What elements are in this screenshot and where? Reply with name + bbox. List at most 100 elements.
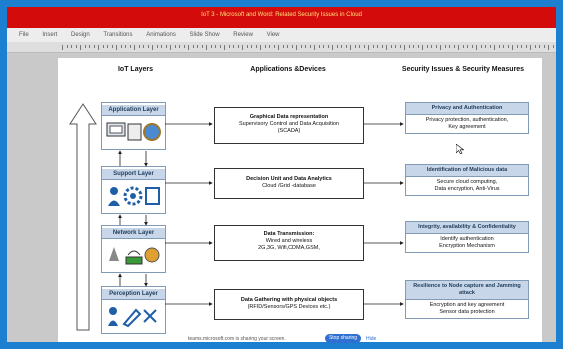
support-layer-label: Support Layer	[102, 169, 165, 180]
ruler-tick	[395, 45, 396, 48]
stop-sharing-button[interactable]: Stop sharing	[325, 334, 361, 343]
ruler-tick	[165, 45, 167, 48]
ruler-tick	[309, 45, 311, 48]
ruler-tick	[75, 45, 77, 48]
ruler-tick	[143, 45, 144, 48]
ruler-tick	[543, 45, 545, 48]
ruler-tick	[129, 45, 131, 48]
ruler-tick	[282, 45, 284, 48]
ruler-tick	[386, 45, 387, 50]
ruler-tick	[422, 45, 423, 50]
ruler-tick	[62, 45, 63, 50]
ruler-tick	[440, 45, 441, 50]
ruler-tick	[327, 45, 329, 48]
app-box-transmission: Data Transmission: Wired and wireless 2G…	[214, 225, 364, 261]
ruler-tick	[534, 45, 536, 48]
ruler-tick	[521, 45, 522, 48]
ruler-tick	[426, 45, 428, 48]
ruler-tick	[246, 45, 248, 48]
ruler-tick	[480, 45, 482, 48]
ruler-tick	[215, 45, 216, 48]
ruler-tick	[467, 45, 468, 48]
ruler-tick	[237, 45, 239, 48]
ruler-tick	[345, 45, 347, 48]
sec-body2-3: Encryption Mechanism	[439, 243, 495, 249]
app-box-graphical: Graphical Data representation Supervisor…	[214, 107, 364, 144]
ruler-tick	[251, 45, 252, 48]
ruler-tick	[336, 45, 338, 48]
ruler-tick	[125, 45, 126, 48]
up-arrow-icon	[69, 103, 97, 331]
app-title-4: Data Gathering with physical objects	[240, 297, 338, 303]
app-box-gathering: Data Gathering with physical objects (RF…	[214, 289, 364, 320]
ruler-tick	[71, 45, 72, 48]
menu-item-insert[interactable]: Insert	[42, 32, 57, 38]
sec-box-integrity: Integrity, availability & Confidentialit…	[405, 221, 529, 253]
ruler-tick	[314, 45, 315, 50]
ruler-tick	[296, 45, 297, 50]
ruler	[7, 42, 556, 53]
ruler-tick	[116, 45, 117, 50]
ruler-tick	[120, 45, 122, 48]
app-title-2: Decision Unit and Data Analytics	[246, 176, 332, 182]
ruler-tick	[332, 45, 333, 50]
ruler-tick	[530, 45, 531, 50]
network-layer-label: Network Layer	[102, 228, 165, 239]
ruler-tick	[471, 45, 473, 48]
sec-body1-2: Secure cloud computing,	[436, 179, 498, 185]
ruler-tick	[341, 45, 342, 48]
ruler-tick	[233, 45, 234, 48]
ruler-tick	[111, 45, 113, 48]
ruler-tick	[156, 45, 158, 48]
ruler-tick	[552, 45, 554, 48]
app-line2-4: (RFID/Sensors/GPS Devices etc.)	[247, 304, 331, 310]
ruler-tick	[305, 45, 306, 48]
ruler-tick	[354, 45, 356, 48]
menu-item-design[interactable]: Design	[71, 32, 90, 38]
slide-page: IoT Layers Applications &Devices Securit…	[58, 58, 542, 342]
sec-box-privacy: Privacy and Authentication Privacy prote…	[405, 102, 529, 134]
ruler-tick	[323, 45, 324, 48]
hide-button[interactable]: Hide	[366, 336, 376, 342]
ruler-tick	[242, 45, 243, 50]
ruler-tick	[134, 45, 135, 50]
ruler-tick	[84, 45, 86, 48]
ruler-tick	[408, 45, 410, 48]
menu-item-animations[interactable]: Animations	[146, 32, 176, 38]
ruler-tick	[485, 45, 486, 48]
sec-body2-2: Data encryption, Anti-Virus	[434, 186, 500, 192]
ruler-tick	[89, 45, 90, 48]
ruler-tick	[192, 45, 194, 48]
ruler-tick	[435, 45, 437, 48]
menu-item-review[interactable]: Review	[233, 32, 253, 38]
ruler-tick	[548, 45, 549, 50]
ruler-tick	[273, 45, 275, 48]
ruler-tick	[206, 45, 207, 50]
ruler-tick	[399, 45, 401, 48]
sec-head-2: Identification of Malicious data	[406, 165, 528, 177]
ruler-tick	[269, 45, 270, 48]
menu-item-file[interactable]: File	[19, 32, 29, 38]
screen-share-bar: teams.microsoft.com is sharing your scre…	[188, 334, 388, 344]
ruler-tick	[404, 45, 405, 50]
menu-item-slideshow[interactable]: Slide Show	[190, 32, 220, 38]
ruler-tick	[350, 45, 351, 50]
sec-head-1: Privacy and Authentication	[406, 103, 528, 115]
ruler-tick	[138, 45, 140, 48]
ruler-tick	[539, 45, 540, 48]
ruler-tick	[516, 45, 518, 48]
ruler-tick	[224, 45, 225, 50]
menu-item-view[interactable]: View	[267, 32, 280, 38]
sec-head-4: Resilience to Node capture and Jamming a…	[406, 281, 528, 300]
ruler-tick	[219, 45, 221, 48]
menu-item-transitions[interactable]: Transitions	[103, 32, 132, 38]
mouse-cursor-icon	[456, 144, 464, 154]
ruler-tick	[431, 45, 432, 48]
ruler-tick	[359, 45, 360, 48]
ruler-tick	[368, 45, 369, 50]
ruler-tick	[188, 45, 189, 50]
app-line2-1: Supervisory Control and Data Acquisition	[239, 121, 339, 127]
sec-body2-4: Sensor data protection	[439, 309, 495, 315]
app-line2-3: Wired and wireless	[265, 238, 313, 244]
window-titlebar: IoT 3 - Microsoft and Word: Related Secu…	[7, 7, 556, 28]
